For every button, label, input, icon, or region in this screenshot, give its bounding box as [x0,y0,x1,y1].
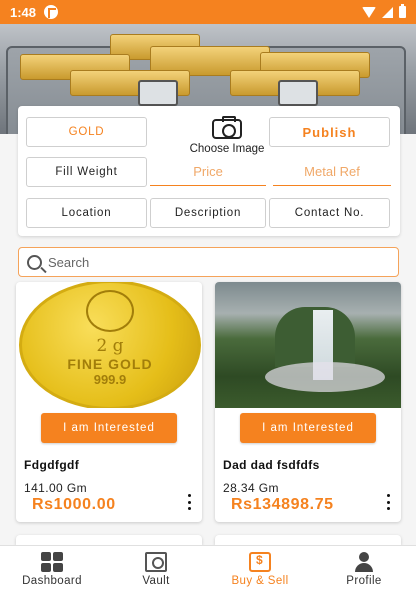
product-weight: 28.34 Gm [223,481,279,495]
product-name: Fdgdfgdf [24,458,80,472]
product-price: Rs1000.00 [32,496,116,513]
metal-type-gold-button[interactable]: GOLD [26,117,147,147]
wifi-icon [362,6,376,18]
nav-label: Vault [142,574,170,587]
app-notification-icon [44,5,59,19]
nav-profile[interactable]: Profile [312,546,416,592]
profile-icon [353,551,375,572]
bottom-navigation: Dashboard Vault Buy & Sell Profile [0,545,416,592]
location-button[interactable]: Location [26,198,147,228]
search-input[interactable] [48,254,368,270]
product-weight: 141.00 Gm [24,481,87,495]
product-image-waterfall [215,282,401,408]
choose-image-label: Choose Image [189,143,265,155]
product-card-partial[interactable] [215,535,401,545]
dashboard-icon [41,551,63,572]
signal-icon [382,6,393,18]
camera-icon [212,116,242,139]
status-time: 1:48 [10,4,37,20]
product-card-partial[interactable] [16,535,202,545]
nav-buy-sell[interactable]: Buy & Sell [208,546,312,592]
product-name: Dad dad fsdfdfs [223,458,320,472]
nav-label: Buy & Sell [231,574,289,587]
contact-number-button[interactable]: Contact No. [269,198,390,228]
more-options-icon[interactable] [383,494,393,510]
nav-label: Dashboard [22,574,82,587]
description-button[interactable]: Description [150,198,266,228]
status-bar: 1:48 [0,0,416,24]
search-icon [27,254,42,270]
search-bar[interactable] [18,247,399,277]
product-price: Rs134898.75 [231,496,334,513]
product-image-gold-coin: 2 g FINE GOLD 999.9 [16,282,202,408]
interested-button[interactable]: I am Interested [240,413,376,443]
buy-sell-icon [249,551,271,572]
product-card[interactable]: I am Interested Dad dad fsdfdfs 28.34 Gm… [215,282,401,522]
metal-ref-field[interactable]: Metal Ref [273,158,391,186]
price-field[interactable]: Price [150,158,266,186]
sell-form-card: GOLD Choose Image Publish Fill Weight Pr… [18,106,400,236]
product-card[interactable]: 2 g FINE GOLD 999.9 I am Interested Fdgd… [16,282,202,522]
nav-dashboard[interactable]: Dashboard [0,546,104,592]
nav-label: Profile [346,574,382,587]
battery-icon [399,4,406,18]
coin-emblem-icon [86,289,134,332]
more-options-icon[interactable] [184,494,194,510]
publish-button[interactable]: Publish [269,117,390,147]
fill-weight-button[interactable]: Fill Weight [26,157,147,187]
interested-button[interactable]: I am Interested [41,413,177,443]
nav-vault[interactable]: Vault [104,546,208,592]
vault-icon [145,551,167,572]
